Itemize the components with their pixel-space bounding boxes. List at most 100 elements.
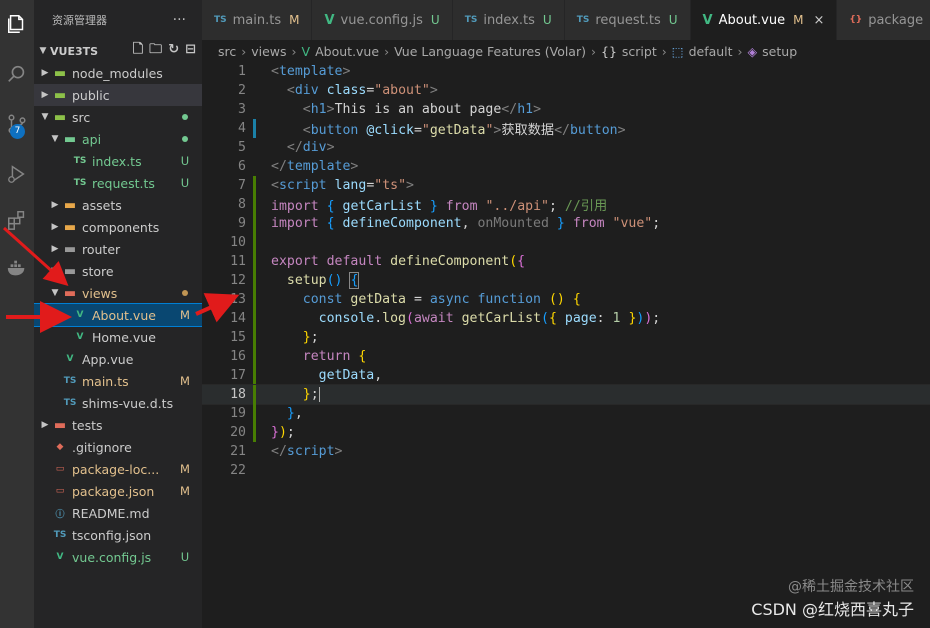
tree-item-request-ts[interactable]: TS request.ts U [34,172,202,194]
gutter [246,100,271,119]
code-line[interactable]: 16 return { [202,347,930,366]
close-icon[interactable]: × [813,13,824,28]
tab-vue-config-js[interactable]: Vvue.config.js U [312,0,453,40]
code-line[interactable]: 21 </script> [202,442,930,461]
tree-item-api[interactable]: ▼ ▬ api [34,128,202,150]
tree-item-label: shims-vue.d.ts [82,395,174,411]
code-text: }); [271,425,295,440]
git-change-marker [253,271,256,290]
tab-package[interactable]: {} package [837,0,930,40]
breadcrumb-item[interactable]: default [689,44,733,59]
code-text: <div class="about"> [286,83,438,98]
breadcrumb-item[interactable]: Vue Language Features (Volar) [394,44,586,59]
git-change-marker [253,347,256,366]
breadcrumb-item[interactable]: setup [762,44,797,59]
code-line[interactable]: 15 }; [202,328,930,347]
code-line[interactable]: 12 setup() { [202,271,930,290]
chevron-right-icon: › [591,43,596,59]
typescript-icon: TS [73,178,87,188]
collapse-all-icon[interactable]: ⊟ [185,43,196,56]
tab-request-ts[interactable]: TS request.ts U [564,0,691,40]
project-name: VUE3TS [50,44,99,58]
gutter [246,461,271,480]
code-text: console.log(await getCarList({ page: 1 }… [318,311,661,326]
tree-item-package-json[interactable]: ▭ package.json M [34,480,202,502]
code-line[interactable]: 8 import { getCarList } from "../api"; //… [202,195,930,214]
tree-item-node-modules[interactable]: ▶ ▬ node_modules [34,62,202,84]
code-line[interactable]: 22 [202,461,930,480]
code-text: </div> [286,140,335,155]
line-number: 21 [230,444,246,459]
code-line[interactable]: 5 </div> [202,138,930,157]
tree-item-label: node_modules [72,65,163,81]
chevron-right-icon: ▶ [41,68,49,78]
code-line[interactable]: 9 import { defineComponent, onMounted } f… [202,214,930,233]
tree-item-main-ts[interactable]: TS main.ts M [34,370,202,392]
chevron-right-icon: ▶ [41,420,49,430]
more-actions-icon[interactable]: ··· [173,12,186,28]
code-line[interactable]: 2 <div class="about"> [202,81,930,100]
breadcrumb-item[interactable]: views [251,44,286,59]
refresh-icon[interactable]: ↻ [168,43,179,56]
tree-item-index-ts[interactable]: TS index.ts U [34,150,202,172]
breadcrumb-item[interactable]: src [218,44,236,59]
tree-item-public[interactable]: ▶ ▬ public [34,84,202,106]
breadcrumb-item[interactable]: About.vue [315,44,379,59]
new-file-icon[interactable]: 🗋 [133,43,143,56]
tab-label: vue.config.js [340,12,423,28]
code-text: <template> [271,64,351,79]
code-editor[interactable]: 1 <template> 2 <div class="about"> 3 <h1>Th… [202,62,930,628]
tab-status-badge: U [542,13,552,27]
tab-index-ts[interactable]: TS index.ts U [452,0,565,40]
code-line[interactable]: 11 export default defineComponent({ [202,252,930,271]
git-change-marker [253,195,256,214]
code-line[interactable]: 17 getData, [202,366,930,385]
gutter [246,214,271,233]
tree-item-shims-vue-d-ts[interactable]: TS shims-vue.d.ts [34,392,202,414]
editor-tabs: TS main.ts M Vvue.config.js U TS index.ts U TS re… [202,0,930,40]
new-folder-icon[interactable]: 🗀 [149,43,162,56]
tree-item-label: vue.config.js [72,549,152,565]
gutter [246,233,271,252]
tree-item-readme-md[interactable]: ⓘ README.md [34,502,202,524]
code-line[interactable]: 10 [202,233,930,252]
tree-item-label: public [72,87,110,103]
folder-icon: ▬ [63,131,77,147]
explorer-icon[interactable] [0,4,34,44]
code-line[interactable]: 18 }; [202,384,930,405]
modified-dot-icon [182,136,188,142]
code-line[interactable]: 3 <h1>This is an about page</h1> [202,100,930,119]
code-line[interactable]: 19 }, [202,404,930,423]
tree-item-package-loc-[interactable]: ▭ package-loc... M [34,458,202,480]
tab-about-vue[interactable]: V About.vue M × [690,0,838,40]
search-icon[interactable] [0,54,34,94]
tree-item-tsconfig-json[interactable]: TS tsconfig.json [34,524,202,546]
gutter [246,290,271,309]
code-text: setup() { [286,272,360,289]
git-change-marker [253,233,256,252]
gutter [246,309,271,328]
code-line[interactable]: 1 <template> [202,62,930,81]
tree-item-label: index.ts [92,153,142,169]
tree-item--gitignore[interactable]: ◆ .gitignore [34,436,202,458]
breadcrumb: src › views › V About.vue › Vue Language Featur… [202,40,930,62]
breadcrumb-item[interactable]: script [622,44,657,59]
tree-item-app-vue[interactable]: V App.vue [34,348,202,370]
code-text: <script lang="ts"> [271,178,414,193]
project-section[interactable]: ▼ VUE3TS 🗋 🗀 ↻ ⊟ [34,40,202,62]
code-line[interactable]: 13 const getData = async function () { [202,290,930,309]
code-line[interactable]: 4 <button @click="getData">获取数据</button> [202,119,930,138]
tree-item-tests[interactable]: ▶ ▬ tests [34,414,202,436]
tree-item-src[interactable]: ▼ ▬ src [34,106,202,128]
run-debug-icon[interactable] [0,154,34,194]
gutter [246,195,271,214]
code-text: }; [302,387,320,402]
tab-main-ts[interactable]: TS main.ts M [202,0,313,40]
tree-item-vue-config-js[interactable]: Vvue.config.js U [34,546,202,568]
code-line[interactable]: 6 </template> [202,157,930,176]
tab-status-badge: M [289,13,300,27]
code-line[interactable]: 20}); [202,423,930,442]
git-icon: ◆ [56,442,64,452]
code-line[interactable]: 7 <script lang="ts"> [202,176,930,195]
code-line[interactable]: 14 console.log(await getCarList({ page: … [202,309,930,328]
